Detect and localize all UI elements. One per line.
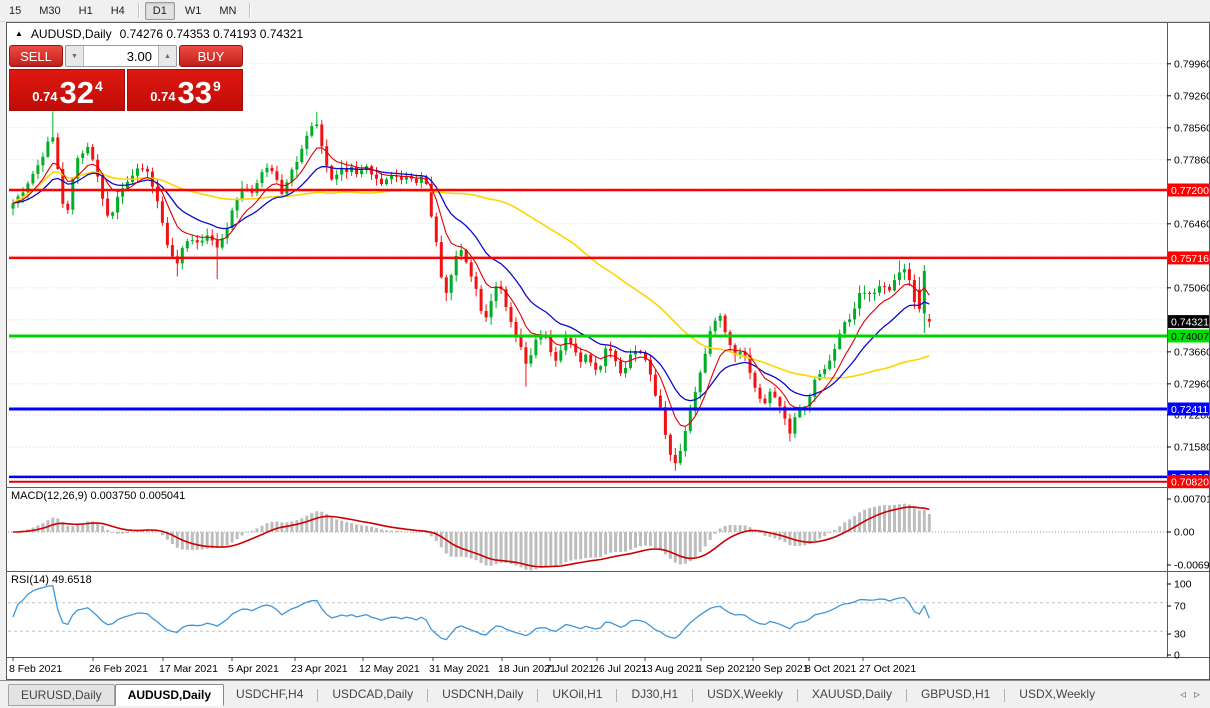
price-gridlines: [8, 63, 1167, 480]
buy-button[interactable]: BUY: [179, 45, 243, 67]
macd-axis-label: 0.007015: [1174, 494, 1209, 506]
tab-usdchf-h4[interactable]: USDCHF,H4: [224, 684, 315, 704]
candles-layer: [11, 111, 931, 471]
rsi-axis-label: 100: [1174, 579, 1192, 591]
price-axis-label: 0.75060: [1174, 282, 1209, 294]
macd-axis-label: 0.00: [1174, 527, 1195, 539]
rsi-axis-label: 70: [1174, 601, 1186, 613]
volume-spinner: ▼ 3.00 ▲: [65, 45, 177, 67]
one-click-trading-panel: SELL ▼ 3.00 ▲ BUY 0.74 32 4 0.74 33 9: [9, 45, 243, 111]
date-axis-label: 17 Mar 2021: [159, 663, 218, 675]
timeframe-button-w1[interactable]: W1: [177, 2, 210, 20]
price-axis: 0.79960 0.79260 0.78560 0.77860 0.76460 0.750…: [1167, 58, 1209, 489]
ma-mid-blue: [12, 165, 930, 402]
price-tag: 0.74007: [1171, 331, 1209, 343]
tab-usdcnh-daily[interactable]: USDCNH,Daily: [430, 684, 535, 704]
rsi-header: RSI(14) 49.6518: [11, 574, 92, 586]
price-tag: 0.70820: [1171, 477, 1209, 489]
tab-usdcad-daily[interactable]: USDCAD,Daily: [320, 684, 425, 704]
sell-price-point: 4: [95, 78, 103, 94]
tabs-scroll-right-icon[interactable]: ▹: [1194, 687, 1200, 701]
tabs-scroll-left-icon[interactable]: ◃: [1180, 687, 1186, 701]
price-axis-label: 0.71580: [1174, 442, 1209, 454]
date-axis-label: 23 Apr 2021: [291, 663, 348, 675]
timeframe-button-mn[interactable]: MN: [211, 2, 244, 20]
tab-dj30-h1[interactable]: DJ30,H1: [619, 684, 690, 704]
macd-histogram: [11, 503, 931, 571]
tab-gbpusd-h1[interactable]: GBPUSD,H1: [909, 684, 1002, 704]
date-axis-label: 12 May 2021: [359, 663, 420, 675]
date-axis-label: 27 Oct 2021: [859, 663, 916, 675]
date-axis: 8 Feb 2021 26 Feb 2021 17 Mar 2021 5 Apr 20…: [9, 657, 916, 675]
date-axis-label: 31 May 2021: [429, 663, 490, 675]
rsi-axis-label: 30: [1174, 629, 1186, 641]
tab-separator: [905, 689, 907, 702]
price-axis-label: 0.73660: [1174, 346, 1209, 358]
collapse-one-click-icon[interactable]: ▲: [15, 29, 23, 38]
date-axis-label: 26 Feb 2021: [89, 663, 148, 675]
price-axis-label: 0.76460: [1174, 218, 1209, 230]
tab-ukoil-h1[interactable]: UKOil,H1: [540, 684, 614, 704]
date-axis-label: 26 Jul 2021: [593, 663, 647, 675]
macd-header: MACD(12,26,9) 0.003750 0.005041: [11, 490, 186, 502]
timeframe-toolbar: 15 M30 H1 H4 D1 W1 MN: [0, 0, 1210, 22]
date-axis-label: 1 Sep 2021: [697, 663, 751, 675]
macd-axis-label: -0.006923: [1174, 560, 1209, 572]
timeframe-button-15[interactable]: 15: [1, 2, 29, 20]
price-tag: 0.77200: [1171, 185, 1209, 197]
rsi-axis-label: 0: [1174, 650, 1180, 662]
date-axis-label: 20 Sep 2021: [749, 663, 809, 675]
buy-price-box[interactable]: 0.74 33 9: [127, 69, 243, 111]
toolbar-separator: [249, 3, 252, 18]
sell-price-prefix: 0.74: [32, 89, 58, 104]
tab-separator: [692, 689, 694, 702]
timeframe-button-h4[interactable]: H4: [103, 2, 133, 20]
chart-tab-bar: EURUSD,Daily AUDUSD,Daily USDCHF,H4 USDCAD,…: [0, 680, 1210, 708]
price-axis-label: 0.79260: [1174, 90, 1209, 102]
tab-usdx-weekly[interactable]: USDX,Weekly: [1007, 684, 1107, 704]
tab-nav: ◃ ▹: [1180, 683, 1210, 701]
date-axis-label: 7 Jul 2021: [546, 663, 595, 675]
price-axis-label: 0.72960: [1174, 378, 1209, 390]
horizontal-level-lines[interactable]: [9, 188, 1167, 483]
tab-separator: [616, 689, 618, 702]
timeframe-button-d1[interactable]: D1: [144, 1, 175, 20]
symbol-title: AUDUSD,Daily: [30, 27, 112, 41]
symbol-header: ▲ AUDUSD,Daily 0.74276 0.74353 0.74193 0…: [15, 27, 303, 41]
date-axis-label: 5 Apr 2021: [228, 663, 279, 675]
tab-xauusd-daily[interactable]: XAUUSD,Daily: [800, 684, 904, 704]
price-axis-label: 0.79960: [1174, 58, 1209, 70]
timeframe-button-h1[interactable]: H1: [71, 2, 101, 20]
price-tag: 0.75716: [1171, 253, 1209, 265]
price-axis-label: 0.78560: [1174, 122, 1209, 134]
tab-usdx-weekly[interactable]: USDX,Weekly: [695, 684, 795, 704]
tab-eurusd-daily[interactable]: EURUSD,Daily: [8, 684, 115, 706]
chart-canvas[interactable]: 0.79960 0.79260 0.78560 0.77860 0.76460 0.750…: [7, 23, 1209, 677]
price-tag: 0.72411: [1171, 404, 1208, 416]
volume-decrease-icon[interactable]: ▼: [66, 46, 84, 66]
toolbar-separator: [137, 3, 140, 18]
volume-increase-icon[interactable]: ▲: [158, 46, 176, 66]
timeframe-button-m30[interactable]: M30: [31, 2, 68, 20]
buy-price-prefix: 0.74: [150, 89, 176, 104]
date-axis-label: 8 Oct 2021: [805, 663, 857, 675]
tab-audusd-daily[interactable]: AUDUSD,Daily: [114, 684, 225, 706]
buy-price-point: 9: [213, 78, 221, 94]
tab-separator: [537, 689, 539, 702]
price-axis-label: 0.77860: [1174, 154, 1209, 166]
symbol-ohlc: 0.74276 0.74353 0.74193 0.74321: [119, 27, 304, 41]
tab-separator: [427, 689, 429, 702]
date-axis-label: 8 Feb 2021: [9, 663, 62, 675]
tab-separator: [317, 689, 319, 702]
price-tag: 0.74321: [1171, 317, 1209, 329]
sell-price-pips: 32: [59, 75, 94, 110]
volume-input[interactable]: 3.00: [84, 46, 158, 66]
chart-window[interactable]: 0.79960 0.79260 0.78560 0.77860 0.76460 0.750…: [6, 22, 1210, 680]
tab-separator: [1004, 689, 1006, 702]
date-axis-label: 13 Aug 2021: [641, 663, 700, 675]
tab-separator: [796, 689, 798, 702]
sell-button[interactable]: SELL: [9, 45, 63, 67]
sell-price-box[interactable]: 0.74 32 4: [9, 69, 125, 111]
buy-price-pips: 33: [177, 75, 212, 110]
